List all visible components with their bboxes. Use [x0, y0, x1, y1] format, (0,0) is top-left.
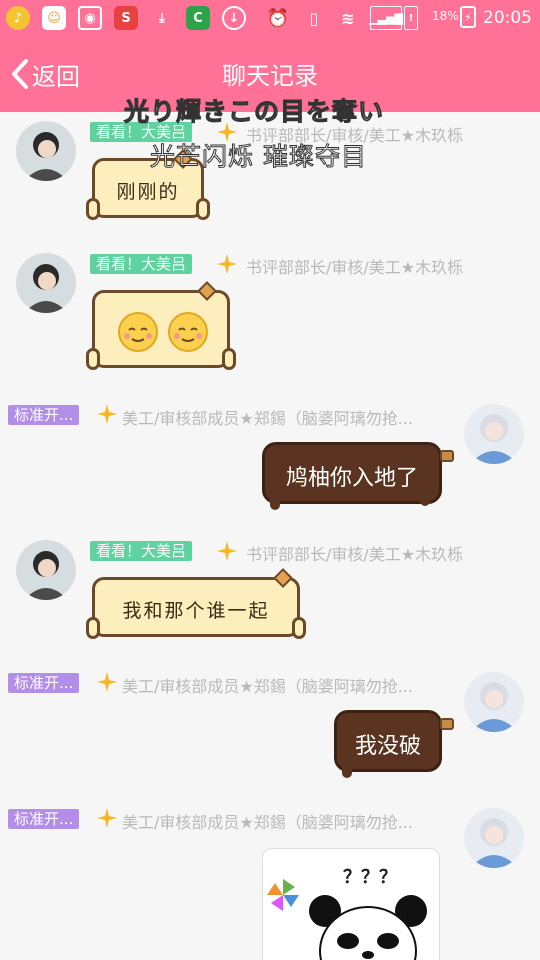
wifi-icon: ≋: [341, 8, 355, 28]
sender-name: 美工/审核部成员★郑錫（脑婆阿璃勿抢...: [122, 813, 413, 832]
status-bar: ♪ ☺ ◉ S ⤓ C ↓ ⏰ ▯ ≋ ▁▃▅▇ ! 18% ⚡ 20:05: [0, 0, 540, 38]
sender-name: 美工/审核部成员★郑錫（脑婆阿璃勿抢...: [122, 409, 413, 428]
panda-meme-icon: [309, 895, 427, 960]
pinwheel-icon: [267, 879, 299, 911]
star-icon: [97, 404, 117, 424]
member-badge: 标准开...: [8, 405, 80, 425]
battery-icon: ⚡: [460, 6, 476, 28]
message-text: 刚刚的: [116, 181, 180, 203]
music-icon: ♪: [6, 6, 30, 30]
floating-lyric-line2: 光芒闪烁 璀璨夺目: [150, 142, 367, 172]
sticker-image[interactable]: ？？？: [262, 848, 440, 960]
sender-name: 美工/审核部成员★郑錫（脑婆阿璃勿抢...: [122, 677, 413, 696]
clock: 20:05: [483, 8, 532, 28]
signal-icon: ▁▃▅▇: [369, 6, 403, 30]
message-bubble[interactable]: [92, 290, 230, 368]
lyric-rest: を奪い: [306, 97, 385, 127]
message-text: 我没破: [354, 734, 421, 759]
message-bubble[interactable]: 鸠柚你入地了: [262, 442, 442, 504]
member-badge: 标准开...: [8, 809, 80, 829]
download-icon: ⤓: [159, 10, 165, 26]
vibrate-icon: ▯: [309, 8, 319, 28]
shield-app-icon: C: [186, 6, 210, 30]
smile-emoji-icon: [168, 312, 208, 352]
star-icon: [97, 672, 117, 692]
smile-emoji-icon: [118, 312, 158, 352]
alarm-icon: ⏰: [266, 7, 290, 29]
avatar[interactable]: [16, 253, 76, 313]
lyric-highlight: 光り輝きこの目: [123, 97, 307, 127]
message-text: 鸠柚你入地了: [285, 466, 418, 491]
message-text: 我和那个谁一起: [122, 600, 270, 622]
member-badge: 看看！大美吕: [90, 541, 193, 561]
screenshot-icon: ◉: [78, 6, 102, 30]
sogou-icon: S: [114, 6, 138, 30]
sim-alert-icon: !: [404, 6, 418, 30]
page-title: 聊天记录: [222, 62, 318, 90]
avatar[interactable]: [16, 121, 76, 181]
face-app-icon: ☺: [42, 6, 66, 30]
avatar[interactable]: [464, 404, 524, 464]
download-circle-icon: ↓: [222, 6, 246, 30]
sender-name: 书评部部长/审核/美工★木玖栎: [246, 545, 464, 564]
star-icon: [217, 254, 237, 274]
battery-percent: 18%: [432, 9, 459, 23]
member-badge: 看看！大美吕: [90, 254, 193, 274]
sender-name: 书评部部长/审核/美工★木玖栎: [246, 258, 464, 277]
avatar[interactable]: [464, 672, 524, 732]
avatar[interactable]: [464, 808, 524, 868]
star-icon: [217, 541, 237, 561]
floating-lyric-line1: 光り輝きこの目を奪い: [123, 92, 385, 128]
avatar[interactable]: [16, 540, 76, 600]
star-icon: [97, 808, 117, 828]
sticker-text: ？？？: [343, 867, 397, 888]
message-bubble[interactable]: 我和那个谁一起: [92, 577, 300, 637]
member-badge: 标准开...: [8, 673, 80, 693]
